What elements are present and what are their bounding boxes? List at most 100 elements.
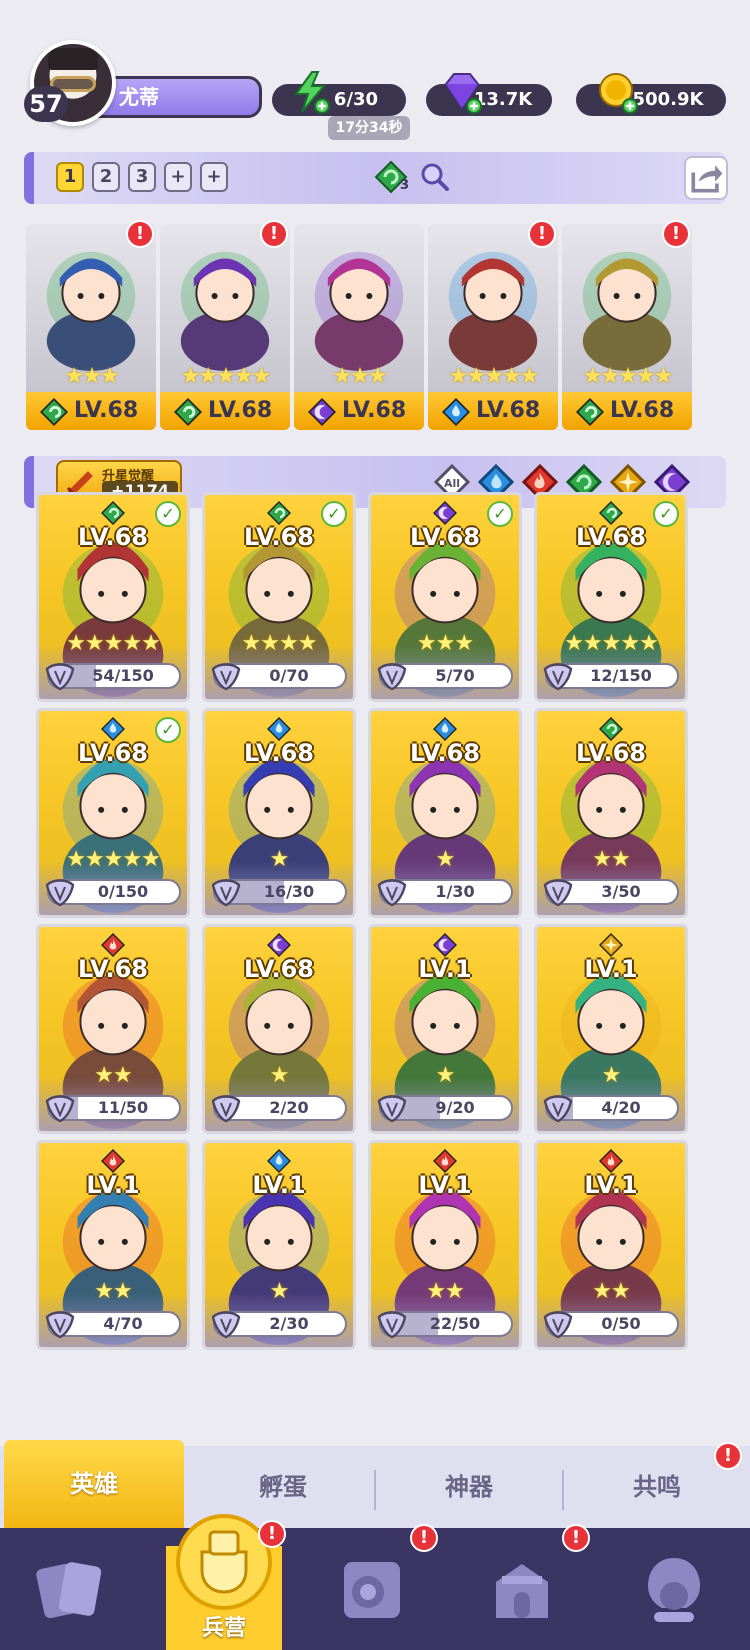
hero-card[interactable]: LV.68 ★ 2/20 bbox=[202, 924, 356, 1134]
share-button[interactable] bbox=[684, 156, 728, 200]
energy-bolt-icon[interactable] bbox=[288, 70, 332, 114]
team-tab-1[interactable]: 1 bbox=[56, 162, 84, 192]
team-hero-card[interactable]: ★★★★★ LV.68 bbox=[160, 224, 290, 430]
shadow-element-icon bbox=[433, 933, 457, 957]
water-element-icon bbox=[101, 717, 125, 741]
team-hero-card[interactable]: ★★★★★ LV.68 bbox=[562, 224, 692, 430]
team-tab-3[interactable]: 3 bbox=[128, 162, 156, 192]
hero-level: LV.68 bbox=[244, 955, 314, 983]
hero-card[interactable]: LV.68 ✓ ★★★★★ 54/150 bbox=[36, 492, 190, 702]
coin-icon[interactable] bbox=[596, 70, 640, 114]
tab-heroes[interactable]: 英雄 bbox=[4, 1440, 184, 1528]
hero-card[interactable]: LV.68 ✓ ★★★ 5/70 bbox=[368, 492, 522, 702]
in-team-check-icon: ✓ bbox=[653, 501, 679, 527]
hero-level: LV.1 bbox=[86, 1171, 140, 1199]
hero-shard-icon bbox=[543, 663, 573, 691]
gem-icon[interactable] bbox=[440, 70, 484, 114]
hero-stars: ★★★★ bbox=[241, 631, 318, 656]
search-icon[interactable] bbox=[418, 160, 452, 194]
hero-stars: ★ bbox=[269, 1279, 290, 1304]
hero-shard-icon bbox=[377, 879, 407, 907]
nature-element-icon bbox=[40, 398, 68, 426]
hero-level: LV.68 bbox=[410, 739, 480, 767]
light-element-icon bbox=[599, 933, 623, 957]
hero-card[interactable]: LV.1 ★★ 0/50 bbox=[534, 1140, 688, 1350]
nature-element-icon bbox=[599, 501, 623, 525]
hero-level: LV.1 bbox=[418, 955, 472, 983]
nav-barracks-label[interactable]: 兵营 bbox=[166, 1610, 282, 1642]
hero-shard-icon bbox=[377, 1311, 407, 1339]
hero-stars: ★ bbox=[269, 847, 290, 872]
hero-shard-icon bbox=[543, 879, 573, 907]
water-element-icon bbox=[267, 1149, 291, 1173]
hero-stars: ★★ bbox=[592, 847, 630, 872]
hero-card[interactable]: LV.1 ★ 2/30 bbox=[202, 1140, 356, 1350]
team-card-alert-badge: ! bbox=[126, 220, 154, 248]
team-card-alert-badge: ! bbox=[528, 220, 556, 248]
hero-card[interactable]: LV.68 ✓ ★★★★ 0/70 bbox=[202, 492, 356, 702]
hero-level: LV.68 bbox=[78, 523, 148, 551]
energy-timer: 17分34秒 bbox=[328, 116, 410, 140]
hero-shard-icon bbox=[211, 663, 241, 691]
hero-shard-icon bbox=[45, 663, 75, 691]
shadow-element-icon bbox=[433, 501, 457, 525]
hero-shard-icon bbox=[543, 1311, 573, 1339]
hero-card[interactable]: LV.68 ★ 16/30 bbox=[202, 708, 356, 918]
hero-level: LV.68 bbox=[78, 739, 148, 767]
shrine-alert-badge: ! bbox=[562, 1524, 590, 1552]
bottom-navigation: ! ! bbox=[0, 1524, 750, 1650]
hero-card[interactable]: LV.68 ★ 1/30 bbox=[368, 708, 522, 918]
nav-cards-icon[interactable] bbox=[24, 1542, 120, 1638]
nature-element-icon bbox=[101, 501, 125, 525]
in-team-check-icon: ✓ bbox=[155, 717, 181, 743]
hero-shard-icon bbox=[211, 1095, 241, 1123]
hero-card[interactable]: LV.1 ★★ 22/50 bbox=[368, 1140, 522, 1350]
fire-element-icon bbox=[433, 1149, 457, 1173]
hero-stars: ★ bbox=[435, 847, 456, 872]
hero-level: LV.1 bbox=[584, 1171, 638, 1199]
hero-shard-icon bbox=[377, 1095, 407, 1123]
team-hero-card[interactable]: ★★★★★ LV.68 bbox=[428, 224, 558, 430]
svg-text:All: All bbox=[444, 477, 460, 490]
hero-stars: ★★ bbox=[94, 1279, 132, 1304]
shadow-element-icon bbox=[308, 398, 336, 426]
map-alert-badge: ! bbox=[410, 1524, 438, 1552]
hero-level: LV.68 bbox=[410, 523, 480, 551]
hero-shard-icon bbox=[45, 1311, 75, 1339]
hero-stars: ★★★★★ bbox=[564, 631, 659, 656]
share-icon bbox=[691, 165, 723, 193]
nature-element-icon bbox=[576, 398, 604, 426]
team-tab-2[interactable]: 2 bbox=[92, 162, 120, 192]
nature-element-icon bbox=[267, 501, 291, 525]
hero-card[interactable]: LV.1 ★ 4/20 bbox=[534, 924, 688, 1134]
tab-artifacts[interactable]: 神器 bbox=[376, 1446, 562, 1528]
team-tab-add-1[interactable]: + bbox=[164, 162, 192, 192]
hero-shard-icon bbox=[211, 879, 241, 907]
team-hero-card[interactable]: ★★★ LV.68 bbox=[26, 224, 156, 430]
hero-stars: ★★★★★ bbox=[582, 364, 674, 389]
barracks-alert-badge: ! bbox=[258, 1520, 286, 1548]
team-hero-card[interactable]: ★★★ LV.68 bbox=[294, 224, 424, 430]
hero-shard-icon bbox=[543, 1095, 573, 1123]
water-element-icon bbox=[442, 398, 470, 426]
hero-shard-icon bbox=[45, 1095, 75, 1123]
hero-card[interactable]: LV.68 ✓ ★★★★★ 0/150 bbox=[36, 708, 190, 918]
nav-map-icon[interactable] bbox=[324, 1542, 420, 1638]
hero-stars: ★★ bbox=[94, 1063, 132, 1088]
hero-card[interactable]: LV.1 ★ 9/20 bbox=[368, 924, 522, 1134]
in-team-check-icon: ✓ bbox=[487, 501, 513, 527]
hero-card[interactable]: LV.68 ✓ ★★★★★ 12/150 bbox=[534, 492, 688, 702]
in-team-check-icon: ✓ bbox=[155, 501, 181, 527]
team-card-alert-badge: ! bbox=[260, 220, 288, 248]
hero-card[interactable]: LV.1 ★★ 4/70 bbox=[36, 1140, 190, 1350]
hero-card[interactable]: LV.68 ★★ 11/50 bbox=[36, 924, 190, 1134]
team-card-alert-badge: ! bbox=[662, 220, 690, 248]
hero-stars: ★★ bbox=[426, 1279, 464, 1304]
hero-stars: ★★★★★ bbox=[180, 364, 272, 389]
team-tab-add-2[interactable]: + bbox=[200, 162, 228, 192]
hero-card[interactable]: LV.68 ★★ 3/50 bbox=[534, 708, 688, 918]
hero-level: LV.68 bbox=[576, 523, 646, 551]
nav-shrine-icon[interactable] bbox=[474, 1542, 570, 1638]
nav-guild-icon[interactable] bbox=[626, 1542, 722, 1638]
hero-shard-icon bbox=[211, 1311, 241, 1339]
